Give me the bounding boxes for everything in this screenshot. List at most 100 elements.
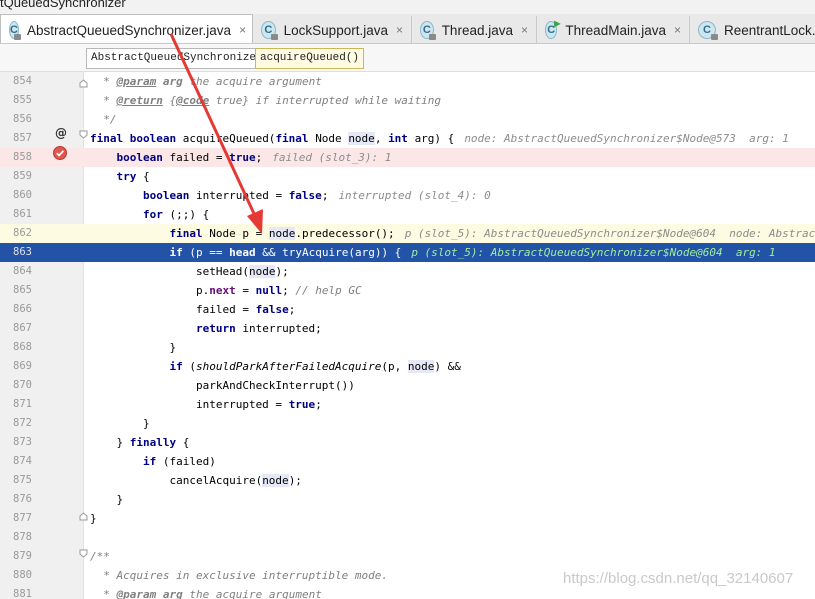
line-number[interactable]: 854	[0, 72, 32, 91]
code-text[interactable]: }	[90, 338, 176, 357]
line-number[interactable]: 862	[0, 224, 32, 243]
code-text[interactable]: for (;;) {	[90, 205, 209, 224]
line-number[interactable]: 872	[0, 414, 32, 433]
tab-abstractqueuedsynchronizer[interactable]: C AbstractQueuedSynchronizer.java ×	[0, 14, 253, 43]
code-line[interactable]: 856 */	[0, 110, 815, 129]
code-text[interactable]: * @return {@code true} if interrupted wh…	[90, 91, 441, 110]
line-number[interactable]: 871	[0, 395, 32, 414]
code-text[interactable]: */	[90, 110, 116, 129]
code-line[interactable]: 877}	[0, 509, 815, 528]
code-text[interactable]: }	[90, 490, 123, 509]
code-text[interactable]: }	[90, 414, 150, 433]
fold-end-icon[interactable]	[79, 79, 88, 88]
code-text[interactable]: * @param arg the acquire argument	[90, 72, 322, 91]
code-text[interactable]: return interrupted;	[90, 319, 322, 338]
code-line[interactable]: 872 }	[0, 414, 815, 433]
code-line[interactable]: 860 boolean interrupted = false; interrup…	[0, 186, 815, 205]
override-marker-icon[interactable]: @	[54, 126, 68, 140]
code-text[interactable]: boolean interrupted = false; interrupted …	[90, 186, 491, 205]
code-line[interactable]: 876 }	[0, 490, 815, 509]
code-text[interactable]: if (failed)	[90, 452, 216, 471]
line-number[interactable]: 870	[0, 376, 32, 395]
code-text[interactable]: p.next = null; // help GC	[90, 281, 362, 300]
line-number[interactable]: 878	[0, 528, 32, 547]
code-line[interactable]: 865 p.next = null; // help GC	[0, 281, 815, 300]
code-text[interactable]: setHead(node);	[90, 262, 289, 281]
line-number[interactable]: 868	[0, 338, 32, 357]
code-line[interactable]: 866 failed = false;	[0, 300, 815, 319]
code-line[interactable]: 873 } finally {	[0, 433, 815, 452]
breakpoint-check-icon[interactable]	[53, 146, 67, 160]
code-text[interactable]: * Acquires in exclusive interruptible mo…	[90, 566, 388, 585]
line-number[interactable]: 863	[0, 243, 32, 262]
line-number[interactable]: 881	[0, 585, 32, 599]
code-text[interactable]: * @param arg the acquire argument	[90, 585, 322, 599]
code-line[interactable]: 862 final Node p = node.predecessor(); p …	[0, 224, 815, 243]
code-line[interactable]: 855 * @return {@code true} if interrupte…	[0, 91, 815, 110]
line-number[interactable]: 857	[0, 129, 32, 148]
code-text[interactable]: final Node p = node.predecessor(); p (slo…	[90, 224, 815, 243]
code-line[interactable]: 857 final boolean acquireQueued(final Nod…	[0, 129, 815, 148]
code-editor[interactable]: 854 * @param arg the acquire argument 855…	[0, 72, 815, 599]
line-number[interactable]: 876	[0, 490, 32, 509]
line-number[interactable]: 869	[0, 357, 32, 376]
fold-collapse-icon[interactable]	[79, 130, 88, 139]
close-icon[interactable]: ×	[521, 23, 528, 37]
code-line[interactable]: 878	[0, 528, 815, 547]
line-number[interactable]: 877	[0, 509, 32, 528]
line-number[interactable]: 856	[0, 110, 32, 129]
line-number[interactable]: 855	[0, 91, 32, 110]
code-text[interactable]: if (p == head && tryAcquire(arg)) {p (sl…	[90, 243, 775, 262]
fold-end-icon[interactable]	[79, 512, 88, 521]
code-line[interactable]: 871 interrupted = true;	[0, 395, 815, 414]
code-line[interactable]: 861 for (;;) {	[0, 205, 815, 224]
code-text[interactable]: } finally {	[90, 433, 189, 452]
code-line[interactable]: 858 boolean failed = true; failed (slot_3…	[0, 148, 815, 167]
code-text[interactable]: failed = false;	[90, 300, 295, 319]
code-text[interactable]: if (shouldParkAfterFailedAcquire(p, node…	[90, 357, 461, 376]
line-number[interactable]: 866	[0, 300, 32, 319]
line-number[interactable]: 874	[0, 452, 32, 471]
line-number[interactable]: 858	[0, 148, 32, 167]
code-line[interactable]: 879 /**	[0, 547, 815, 566]
code-text[interactable]: final boolean acquireQueued(final Node n…	[90, 129, 789, 148]
code-text[interactable]: /**	[90, 547, 110, 566]
code-line[interactable]: 867 return interrupted;	[0, 319, 815, 338]
line-number[interactable]: 859	[0, 167, 32, 186]
code-text[interactable]: cancelAcquire(node);	[90, 471, 302, 490]
tab-thread[interactable]: C Thread.java ×	[412, 16, 537, 43]
close-icon[interactable]: ×	[674, 23, 681, 37]
code-line[interactable]: 859 try {	[0, 167, 815, 186]
close-icon[interactable]: ×	[239, 23, 246, 37]
code-text[interactable]: parkAndCheckInterrupt())	[90, 376, 355, 395]
tab-threadmain[interactable]: C ▶ ThreadMain.java ×	[537, 16, 690, 43]
code-text[interactable]: boolean failed = true; failed (slot_3): 1	[90, 148, 392, 167]
line-number[interactable]: 873	[0, 433, 32, 452]
line-number[interactable]: 861	[0, 205, 32, 224]
code-line[interactable]: 869 if (shouldParkAfterFailedAcquire(p, …	[0, 357, 815, 376]
close-icon[interactable]: ×	[396, 23, 403, 37]
tab-reentrantlock[interactable]: C ReentrantLock.j	[690, 16, 815, 43]
line-number[interactable]: 864	[0, 262, 32, 281]
code-line[interactable]: 881 * @param arg the acquire argument	[0, 585, 815, 599]
code-text[interactable]: try {	[90, 167, 150, 186]
code-line[interactable]: 868 }	[0, 338, 815, 357]
current-execution-line[interactable]: 863 if (p == head && tryAcquire(arg)) {p…	[0, 243, 815, 262]
breadcrumb-class[interactable]: AbstractQueuedSynchronizer	[86, 48, 268, 69]
code-text[interactable]: interrupted = true;	[90, 395, 322, 414]
tab-locksupport[interactable]: C LockSupport.java ×	[253, 16, 412, 43]
code-line[interactable]: 854 * @param arg the acquire argument	[0, 72, 815, 91]
breadcrumb-method[interactable]: acquireQueued()	[255, 48, 365, 69]
code-line[interactable]: 870 parkAndCheckInterrupt())	[0, 376, 815, 395]
line-number[interactable]: 860	[0, 186, 32, 205]
line-number[interactable]: 880	[0, 566, 32, 585]
line-number[interactable]: 865	[0, 281, 32, 300]
fold-collapse-icon[interactable]	[79, 549, 88, 558]
code-text[interactable]: }	[90, 509, 97, 528]
line-number[interactable]: 875	[0, 471, 32, 490]
code-line[interactable]: 875 cancelAcquire(node);	[0, 471, 815, 490]
line-number[interactable]: 867	[0, 319, 32, 338]
code-line[interactable]: 874 if (failed)	[0, 452, 815, 471]
code-line[interactable]: 864 setHead(node);	[0, 262, 815, 281]
line-number[interactable]: 879	[0, 547, 32, 566]
